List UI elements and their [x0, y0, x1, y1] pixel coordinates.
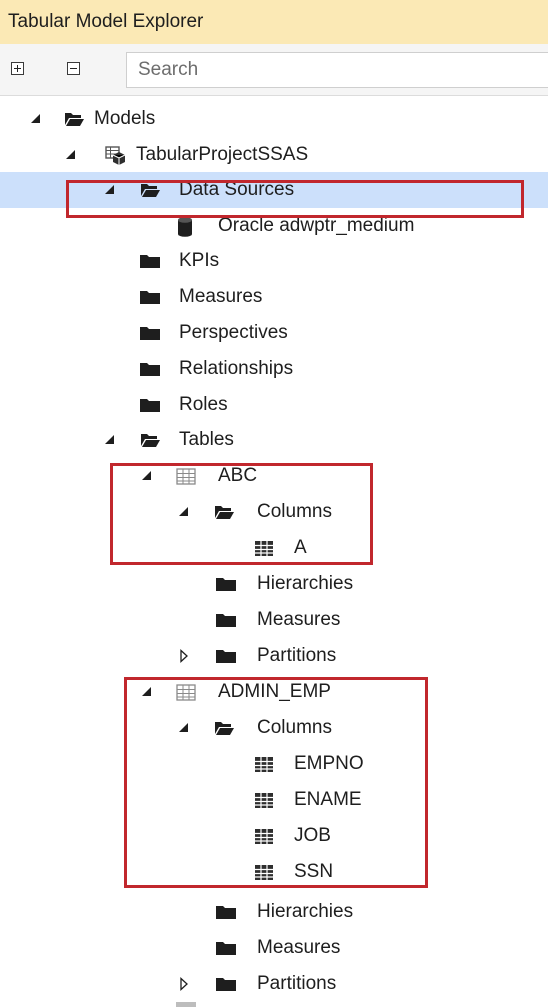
expanded-arrow-icon[interactable]	[176, 504, 192, 520]
tree-item-measures[interactable]: Measures	[0, 279, 548, 315]
tree-item-models[interactable]: Models	[0, 101, 548, 137]
tree-item-abc-hierarchies[interactable]: Hierarchies	[0, 566, 548, 602]
tree-item-column-ssn[interactable]: SSN	[0, 854, 548, 890]
tree-item-column-a[interactable]: A	[0, 530, 548, 566]
folder-open-icon	[139, 429, 161, 451]
tree-item-project[interactable]: TabularProjectSSAS	[0, 137, 548, 173]
expanded-arrow-icon[interactable]	[102, 182, 118, 198]
tree-item-relationships[interactable]: Relationships	[0, 351, 548, 387]
collapsed-arrow-icon[interactable]	[176, 976, 192, 992]
tree-item-label: A	[294, 537, 307, 558]
tree-item-admin-emp-hierarchies[interactable]: Hierarchies	[0, 894, 548, 930]
table-icon	[176, 1002, 196, 1007]
tree-item-label: Hierarchies	[257, 901, 354, 922]
tree-item-label: ENAME	[294, 789, 362, 810]
tree-item-column-job[interactable]: JOB	[0, 818, 548, 854]
folder-icon	[215, 573, 237, 595]
folder-icon	[215, 645, 237, 667]
tree-item-label: Perspectives	[179, 322, 288, 343]
expanded-arrow-icon[interactable]	[28, 111, 44, 127]
folder-icon	[215, 609, 237, 631]
panel-title: Tabular Model Explorer	[0, 0, 548, 44]
search-input[interactable]	[126, 52, 548, 88]
tree-item-label: Measures	[257, 937, 341, 958]
folder-icon	[139, 358, 161, 380]
tree-item-roles[interactable]: Roles	[0, 387, 548, 423]
folder-open-icon	[213, 501, 235, 523]
column-icon	[253, 537, 275, 559]
tree-item-label: JOB	[294, 825, 331, 846]
table-icon	[175, 681, 197, 703]
tree-item-kpis[interactable]: KPIs	[0, 243, 548, 279]
column-icon	[253, 861, 275, 883]
tree-item-label: Relationships	[179, 358, 294, 379]
tree-item-label: KPIs	[179, 250, 220, 271]
folder-icon	[139, 286, 161, 308]
tree-item-label: Data Sources	[179, 179, 295, 200]
tree-item-label: ADMIN_EMP	[218, 681, 331, 702]
collapse-all-icon[interactable]	[67, 62, 80, 75]
expanded-arrow-icon[interactable]	[176, 720, 192, 736]
database-icon	[174, 215, 196, 237]
tree-item-table-admin-emp[interactable]: ADMIN_EMP	[0, 674, 548, 710]
folder-icon	[139, 250, 161, 272]
tree-item-tables[interactable]: Tables	[0, 422, 548, 458]
tree-item-data-sources[interactable]: Data Sources	[0, 172, 548, 208]
tabular-project-icon	[104, 144, 126, 166]
expanded-arrow-icon[interactable]	[102, 432, 118, 448]
tree-item-admin-emp-columns[interactable]: Columns	[0, 710, 548, 746]
tree-item-abc-measures[interactable]: Measures	[0, 602, 548, 638]
collapsed-arrow-icon[interactable]	[176, 648, 192, 664]
tree-item-label: Partitions	[257, 645, 337, 666]
expanded-arrow-icon[interactable]	[139, 684, 155, 700]
tree-item-oracle-datasource[interactable]: Oracle adwptr_medium	[0, 208, 548, 244]
tree-item-label: EMPNO	[294, 753, 364, 774]
tree-item-label: Oracle adwptr_medium	[218, 215, 415, 236]
tree-item-label: Models	[94, 108, 156, 129]
column-icon	[253, 753, 275, 775]
folder-icon	[215, 901, 237, 923]
column-icon	[253, 825, 275, 847]
tree-item-column-ename[interactable]: ENAME	[0, 782, 548, 818]
tree-item-label: SSN	[294, 861, 334, 882]
expanded-arrow-icon[interactable]	[139, 468, 155, 484]
tree-item-admin-emp-partitions[interactable]: Partitions	[0, 966, 548, 1002]
table-icon	[175, 465, 197, 487]
folder-icon	[215, 973, 237, 995]
tree-item-label: Columns	[257, 501, 332, 522]
tree-item-label: Measures	[257, 609, 341, 630]
tree-item-label: TabularProjectSSAS	[136, 144, 309, 165]
column-icon	[253, 789, 275, 811]
expanded-arrow-icon[interactable]	[63, 147, 79, 163]
folder-open-icon	[139, 179, 161, 201]
expand-all-icon[interactable]	[11, 62, 24, 75]
tree-item-abc-columns[interactable]: Columns	[0, 494, 548, 530]
tree-item-admin-emp-measures[interactable]: Measures	[0, 930, 548, 966]
folder-icon	[215, 937, 237, 959]
folder-open-icon	[63, 108, 85, 130]
tree-item-label: Columns	[257, 717, 332, 738]
tree-item-perspectives[interactable]: Perspectives	[0, 315, 548, 351]
tree-item-column-empno[interactable]: EMPNO	[0, 746, 548, 782]
tree-item-abc-partitions[interactable]: Partitions	[0, 638, 548, 674]
tree-item-label: Hierarchies	[257, 573, 354, 594]
tree-item-label: Measures	[179, 286, 263, 307]
tree-item-label: Tables	[179, 429, 234, 450]
tree-item-label: Roles	[179, 394, 228, 415]
tree-item-table-abc[interactable]: ABC	[0, 458, 548, 494]
folder-icon	[139, 322, 161, 344]
folder-open-icon	[213, 717, 235, 739]
tree-item-partial	[0, 1000, 548, 1007]
folder-icon	[139, 394, 161, 416]
tree-item-label: Partitions	[257, 973, 337, 994]
tree-item-label: ABC	[218, 465, 258, 486]
